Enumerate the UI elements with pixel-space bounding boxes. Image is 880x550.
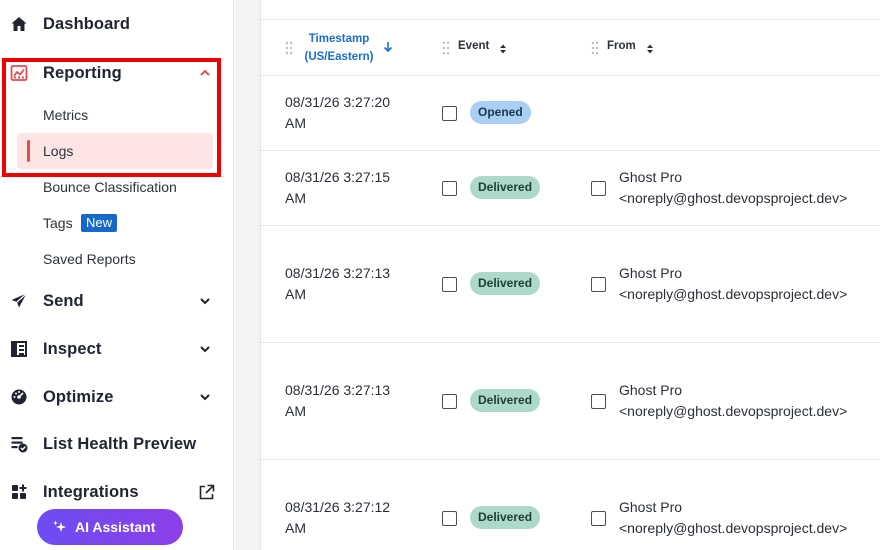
event-checkbox[interactable] [442, 181, 457, 196]
event-badge-delivered: Delivered [470, 506, 541, 529]
event-badge-delivered: Delivered [470, 176, 541, 199]
sidebar-item-label: Bounce Classification [43, 179, 177, 195]
nav-optimize[interactable]: Optimize [0, 380, 234, 414]
drag-handle-icon[interactable] [591, 41, 599, 55]
event-checkbox[interactable] [442, 277, 457, 292]
sidebar-item-label: Logs [43, 143, 74, 159]
timestamp-ampm: AM [285, 403, 306, 419]
timestamp-ampm: AM [285, 115, 306, 131]
timestamp-date: 08/31/26 3:27:15 [285, 169, 391, 185]
nav-send-label: Send [43, 291, 84, 310]
from-email: <noreply@ghost.devopsproject.dev> [619, 190, 848, 206]
table-row: 08/31/26 3:27:12 AM Delivered Ghost Pro … [261, 460, 880, 550]
timestamp-header-line1: Timestamp [308, 33, 370, 45]
sidebar-item-bounce-classification[interactable]: Bounce Classification [0, 172, 234, 202]
table-row: 08/31/26 3:27:20 AM Opened [261, 76, 880, 151]
home-icon [10, 15, 28, 33]
timestamp-cell: 08/31/26 3:27:13 AM [285, 263, 415, 305]
nav-inspect[interactable]: Inspect [0, 332, 234, 366]
chevron-up-icon[interactable] [198, 66, 212, 80]
sidebar-item-label: Metrics [43, 107, 89, 123]
nav-list-health-preview[interactable]: List Health Preview [0, 427, 234, 461]
timestamp-header-line2: (US/Eastern) [304, 51, 374, 63]
from-cell: Ghost Pro <noreply@ghost.devopsproject.d… [619, 497, 847, 539]
sort-icon[interactable] [499, 42, 507, 54]
nav-optimize-label: Optimize [43, 387, 114, 406]
gauge-icon [10, 388, 28, 406]
sidebar-item-saved-reports[interactable]: Saved Reports [0, 244, 234, 274]
chevron-down-icon[interactable] [198, 342, 212, 356]
timestamp-date: 08/31/26 3:27:20 [285, 94, 391, 110]
column-header-timestamp[interactable]: Timestamp (US/Eastern) [296, 30, 382, 66]
timestamp-ampm: AM [285, 286, 306, 302]
from-email: <noreply@ghost.devopsproject.dev> [619, 520, 848, 536]
timestamp-date: 08/31/26 3:27:13 [285, 265, 391, 281]
from-checkbox[interactable] [591, 511, 606, 526]
from-email: <noreply@ghost.devopsproject.dev> [619, 286, 848, 302]
event-badge-delivered: Delivered [470, 389, 541, 412]
event-checkbox[interactable] [442, 511, 457, 526]
timestamp-cell: 08/31/26 3:27:20 AM [285, 92, 415, 134]
sort-descending-icon[interactable] [383, 40, 393, 54]
from-name: Ghost Pro [619, 265, 683, 281]
chevron-down-icon[interactable] [198, 390, 212, 404]
event-badge-delivered: Delivered [470, 272, 541, 295]
ai-assistant-label: AI Assistant [75, 519, 156, 535]
nav-list-health-label: List Health Preview [43, 434, 197, 453]
nav-dashboard-label: Dashboard [43, 14, 131, 33]
external-link-icon[interactable] [197, 483, 215, 501]
nav-reporting[interactable]: Reporting [0, 56, 234, 90]
from-checkbox[interactable] [591, 394, 606, 409]
timestamp-cell: 08/31/26 3:27:12 AM [285, 497, 415, 539]
new-badge: New [81, 214, 118, 232]
column-header-from[interactable]: From [607, 40, 636, 52]
nav-integrations[interactable]: Integrations [0, 475, 234, 509]
sidebar-item-label: Tags [43, 215, 73, 231]
grid-inspect-icon [10, 340, 28, 358]
chevron-down-icon[interactable] [198, 294, 212, 308]
puzzle-grid-icon [10, 483, 28, 501]
event-checkbox[interactable] [442, 394, 457, 409]
timestamp-ampm: AM [285, 520, 306, 536]
nav-inspect-label: Inspect [43, 339, 102, 358]
timestamp-date: 08/31/26 3:27:12 [285, 499, 391, 515]
from-name: Ghost Pro [619, 382, 683, 398]
sidebar-item-metrics[interactable]: Metrics [0, 100, 234, 130]
from-name: Ghost Pro [619, 169, 683, 185]
from-checkbox[interactable] [591, 277, 606, 292]
sparkle-icon [52, 519, 68, 535]
chart-icon [10, 64, 28, 82]
sidebar-item-logs[interactable]: Logs [0, 136, 234, 166]
timestamp-cell: 08/31/26 3:27:15 AM [285, 167, 415, 209]
nav-send[interactable]: Send [0, 284, 234, 318]
from-cell: Ghost Pro <noreply@ghost.devopsproject.d… [619, 167, 847, 209]
sidebar-item-label: Saved Reports [43, 251, 136, 267]
drag-handle-icon[interactable] [285, 41, 293, 55]
nav-integrations-label: Integrations [43, 482, 139, 501]
ai-assistant-button[interactable]: AI Assistant [37, 509, 183, 545]
timestamp-cell: 08/31/26 3:27:13 AM [285, 380, 415, 422]
drag-handle-icon[interactable] [442, 41, 450, 55]
event-badge-opened: Opened [470, 101, 531, 124]
column-header-event[interactable]: Event [458, 40, 489, 52]
sort-icon[interactable] [646, 42, 654, 54]
nav-dashboard[interactable]: Dashboard [0, 7, 234, 41]
paper-plane-icon [10, 292, 28, 310]
from-cell: Ghost Pro <noreply@ghost.devopsproject.d… [619, 263, 847, 305]
table-row: 08/31/26 3:27:15 AM Delivered Ghost Pro … [261, 151, 880, 226]
nav-reporting-label: Reporting [43, 63, 122, 82]
event-checkbox[interactable] [442, 106, 457, 121]
from-checkbox[interactable] [591, 181, 606, 196]
sidebar: Dashboard Reporting Metrics Logs Bounce … [0, 0, 234, 550]
from-name: Ghost Pro [619, 499, 683, 515]
timestamp-date: 08/31/26 3:27:13 [285, 382, 391, 398]
timestamp-ampm: AM [285, 190, 306, 206]
table-row: 08/31/26 3:27:13 AM Delivered Ghost Pro … [261, 343, 880, 460]
list-check-icon [10, 435, 28, 453]
from-cell: Ghost Pro <noreply@ghost.devopsproject.d… [619, 380, 847, 422]
from-email: <noreply@ghost.devopsproject.dev> [619, 403, 848, 419]
table-row: 08/31/26 3:27:13 AM Delivered Ghost Pro … [261, 226, 880, 343]
